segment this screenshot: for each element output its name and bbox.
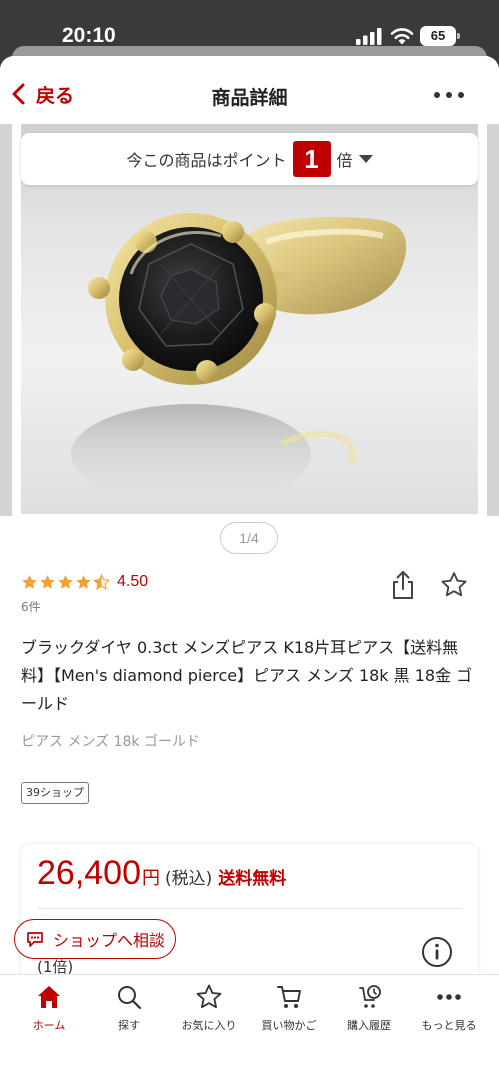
consult-button-label: ショップへ相談 bbox=[52, 931, 165, 950]
bottom-tab-bar: ホーム 探す お気に入り 買い物かご 購入履歴 もっと見る bbox=[0, 974, 499, 1080]
tab-favorites-label: お気に入り bbox=[181, 1019, 237, 1032]
product-title: ブラックダイヤ 0.3ct メンズピアス K18片耳ピアス【送料無料】【Men'… bbox=[21, 638, 473, 713]
status-time: 20:10 bbox=[62, 24, 116, 47]
review-count-link[interactable]: 6件 bbox=[21, 598, 41, 615]
tab-favorites[interactable]: お気に入り bbox=[167, 983, 251, 1043]
tab-cart[interactable]: 買い物かご bbox=[247, 983, 331, 1043]
free-shipping-label: 送料無料 bbox=[218, 869, 287, 889]
star-filled-icon bbox=[40, 574, 55, 589]
tab-cart-label: 買い物かご bbox=[261, 1019, 317, 1032]
share-icon[interactable] bbox=[390, 570, 416, 600]
shop-tag-badge: 39ショップ bbox=[21, 782, 89, 804]
tab-purchase-history-label: 購入履歴 bbox=[347, 1019, 391, 1032]
navigation-bar: 戻る 商品詳細 bbox=[0, 56, 499, 124]
battery-indicator: 65 bbox=[420, 26, 460, 46]
points-multiplier-badge: 1 bbox=[292, 141, 331, 177]
favorite-star-icon[interactable] bbox=[440, 571, 468, 599]
more-icon bbox=[437, 994, 461, 1000]
tab-more-label: もっと見る bbox=[421, 1019, 477, 1032]
star-filled-icon bbox=[58, 574, 73, 589]
points-banner-prefix: 今この商品はポイント bbox=[126, 151, 287, 170]
search-icon bbox=[118, 986, 142, 1010]
more-options-button[interactable] bbox=[434, 92, 464, 102]
star-filled-icon bbox=[22, 574, 37, 589]
previous-image-peek[interactable] bbox=[0, 124, 12, 516]
product-detail-sheet: 戻る 商品詳細 今この商品はポイント 1 倍 1/4 4.50 6件 ブラックダ… bbox=[0, 56, 499, 1080]
cellular-signal-icon bbox=[356, 28, 382, 45]
dot-icon bbox=[446, 92, 452, 98]
consult-shop-button[interactable]: ショップへ相談 bbox=[14, 919, 176, 959]
tab-home-label: ホーム bbox=[32, 1019, 66, 1032]
points-multiplier-banner[interactable]: 今この商品はポイント 1 倍 bbox=[21, 133, 478, 185]
star-filled-icon bbox=[76, 574, 91, 589]
tab-more[interactable]: もっと見る bbox=[407, 983, 491, 1043]
home-icon bbox=[38, 986, 60, 1008]
price-amount: 26,400 bbox=[37, 854, 141, 892]
price-unit: 円 bbox=[142, 868, 160, 889]
rating-stars[interactable]: 4.50 bbox=[21, 571, 148, 593]
tab-search[interactable]: 探す bbox=[87, 983, 171, 1043]
tab-search-label: 探す bbox=[118, 1019, 140, 1032]
dot-icon bbox=[458, 92, 464, 98]
tab-purchase-history[interactable]: 購入履歴 bbox=[327, 983, 411, 1043]
image-pager: 1/4 bbox=[220, 522, 278, 554]
chat-bubble-icon bbox=[27, 932, 43, 947]
tab-home[interactable]: ホーム bbox=[7, 983, 91, 1043]
star-half-icon bbox=[93, 573, 110, 590]
points-banner-suffix: 倍 bbox=[336, 151, 353, 170]
divider bbox=[37, 908, 462, 909]
history-icon bbox=[359, 985, 381, 1008]
price-row: 26,400 円 (税込) 送料無料 bbox=[37, 854, 286, 893]
next-image-peek[interactable] bbox=[487, 124, 499, 516]
wifi-icon bbox=[390, 28, 414, 45]
product-subtitle: ピアス メンズ 18k ゴールド bbox=[21, 734, 200, 750]
dot-icon bbox=[434, 92, 440, 98]
caret-down-icon bbox=[358, 155, 373, 163]
cart-icon bbox=[277, 986, 301, 1008]
rating-value: 4.50 bbox=[117, 573, 149, 590]
star-icon bbox=[196, 984, 222, 1009]
page-title: 商品詳細 bbox=[211, 87, 288, 109]
info-icon[interactable] bbox=[421, 936, 453, 968]
tax-note: (税込) bbox=[165, 869, 213, 889]
